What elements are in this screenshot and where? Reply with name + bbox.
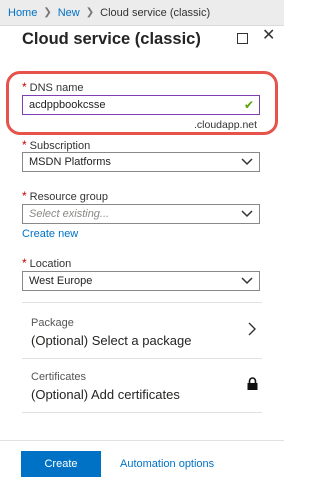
automation-options-link[interactable]: Automation options [120,458,214,470]
required-marker: * [22,138,27,152]
divider [22,302,262,303]
chevron-down-icon [241,277,253,285]
subscription-label: * Subscription [22,138,91,152]
breadcrumb-new[interactable]: New [58,7,80,19]
breadcrumb: Home ❯ New ❯ Cloud service (classic) [0,0,284,26]
maximize-icon[interactable] [237,33,248,44]
chevron-down-icon [241,210,253,218]
chevron-right-icon: ❯ [85,7,95,18]
create-new-link[interactable]: Create new [22,228,78,240]
check-icon: ✔ [243,98,254,112]
certificates-value: (Optional) Add certificates [31,387,180,402]
breadcrumb-current: Cloud service (classic) [100,6,211,19]
divider [22,412,262,413]
certificates-title: Certificates [31,371,87,383]
dns-name-input[interactable]: acdppbookcsse ✔ [22,95,260,115]
breadcrumb-home[interactable]: Home [8,7,37,19]
close-icon[interactable]: ✕ [262,28,275,44]
chevron-right-icon [248,322,256,336]
location-label: * Location [22,256,72,270]
package-value: (Optional) Select a package [31,333,192,348]
required-marker: * [22,189,27,203]
location-select[interactable]: West Europe [22,271,260,291]
lock-icon [247,377,258,390]
subscription-select[interactable]: MSDN Platforms [22,152,260,172]
dns-suffix: .cloudapp.net [194,119,258,131]
resource-group-select[interactable]: Select existing... [22,204,260,224]
dns-name-label: * DNS name [22,80,84,94]
page-title: Cloud service (classic) [22,30,201,48]
create-button[interactable]: Create [21,451,101,477]
divider [22,358,262,359]
required-marker: * [22,256,27,270]
chevron-down-icon [241,158,253,166]
required-marker: * [22,80,27,94]
chevron-right-icon: ❯ [43,7,52,18]
resource-group-label: * Resource group [22,189,108,203]
package-title: Package [31,317,74,329]
